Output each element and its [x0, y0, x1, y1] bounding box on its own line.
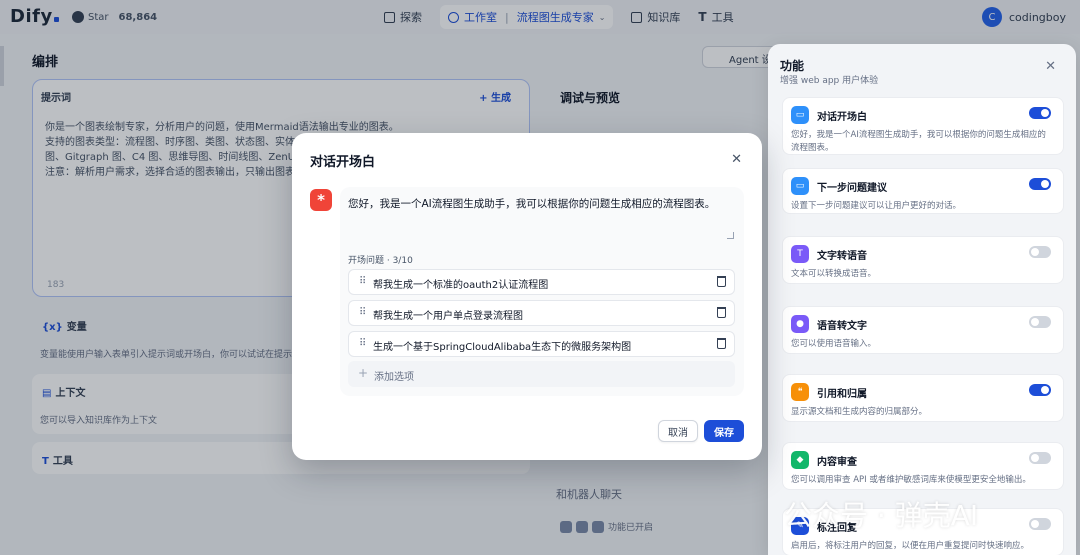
trash-icon[interactable]: [717, 307, 726, 318]
citation-toggle[interactable]: [1029, 384, 1051, 396]
microphone-icon: ●: [791, 315, 809, 333]
feature-card-opening: ▭ 对话开场白 您好，我是一个AI流程图生成助手，我可以根据你的问题生成相应的流…: [782, 97, 1064, 155]
feature-card-moderation: ◆ 内容审查 您可以调用审查 API 或者维护敏感词库来使模型更安全地输出。: [782, 442, 1064, 490]
shield-icon: ◆: [791, 451, 809, 469]
question-item: ⠿ 帮我生成一个用户单点登录流程图: [348, 300, 735, 326]
drag-handle-icon[interactable]: ⠿: [359, 338, 366, 349]
trash-icon[interactable]: [717, 276, 726, 287]
greeting-textarea[interactable]: 您好，我是一个AI流程图生成助手，我可以根据你的问题生成相应的流程图表。: [348, 196, 738, 211]
resize-handle-icon[interactable]: [727, 232, 734, 239]
opening-statement-modal: 对话开场白 ✕ * 您好，我是一个AI流程图生成助手，我可以根据你的问题生成相应…: [292, 133, 762, 460]
questions-label: 开场问题 · 3/10: [348, 256, 413, 266]
cancel-button[interactable]: 取消: [658, 420, 698, 442]
stt-toggle[interactable]: [1029, 316, 1051, 328]
chat-icon: ▭: [791, 106, 809, 124]
panel-subtitle: 增强 web app 用户体验: [780, 76, 879, 86]
opening-toggle[interactable]: [1029, 107, 1051, 119]
feature-card-stt: ● 语音转文字 您可以使用语音输入。: [782, 306, 1064, 354]
opening-editor: 您好，我是一个AI流程图生成助手，我可以根据你的问题生成相应的流程图表。 开场问…: [340, 187, 744, 396]
citation-icon: ❝: [791, 383, 809, 401]
tts-icon: T: [791, 245, 809, 263]
feature-card-suggestions: ▭ 下一步问题建议 设置下一步问题建议可以让用户更好的对话。: [782, 168, 1064, 214]
close-icon[interactable]: ✕: [731, 152, 742, 167]
asterisk-icon: *: [310, 189, 332, 211]
moderation-toggle[interactable]: [1029, 452, 1051, 464]
watermark: 公众号 · 弹壳AI: [784, 499, 979, 532]
drag-handle-icon[interactable]: ⠿: [359, 307, 366, 318]
close-icon[interactable]: ✕: [1045, 59, 1056, 74]
drag-handle-icon[interactable]: ⠿: [359, 276, 366, 287]
save-button[interactable]: 保存: [704, 420, 744, 442]
trash-icon[interactable]: [717, 338, 726, 349]
add-option-button[interactable]: + 添加选项: [348, 361, 735, 387]
suggest-icon: ▭: [791, 177, 809, 195]
tts-toggle[interactable]: [1029, 246, 1051, 258]
feature-card-citation: ❝ 引用和归属 显示源文档和生成内容的归属部分。: [782, 374, 1064, 422]
suggestions-toggle[interactable]: [1029, 178, 1051, 190]
modal-title: 对话开场白: [310, 155, 376, 170]
features-panel: 功能 增强 web app 用户体验 ✕ ▭ 对话开场白 您好，我是一个AI流程…: [768, 44, 1076, 555]
plus-icon: +: [358, 366, 369, 380]
annotation-toggle[interactable]: [1029, 518, 1051, 530]
feature-card-tts: T 文字转语音 文本可以转换成语音。: [782, 236, 1064, 284]
question-item: ⠿ 帮我生成一个标准的oauth2认证流程图: [348, 269, 735, 295]
panel-title: 功能: [780, 59, 805, 73]
question-item: ⠿ 生成一个基于SpringCloudAlibaba生态下的微服务架构图: [348, 331, 735, 357]
